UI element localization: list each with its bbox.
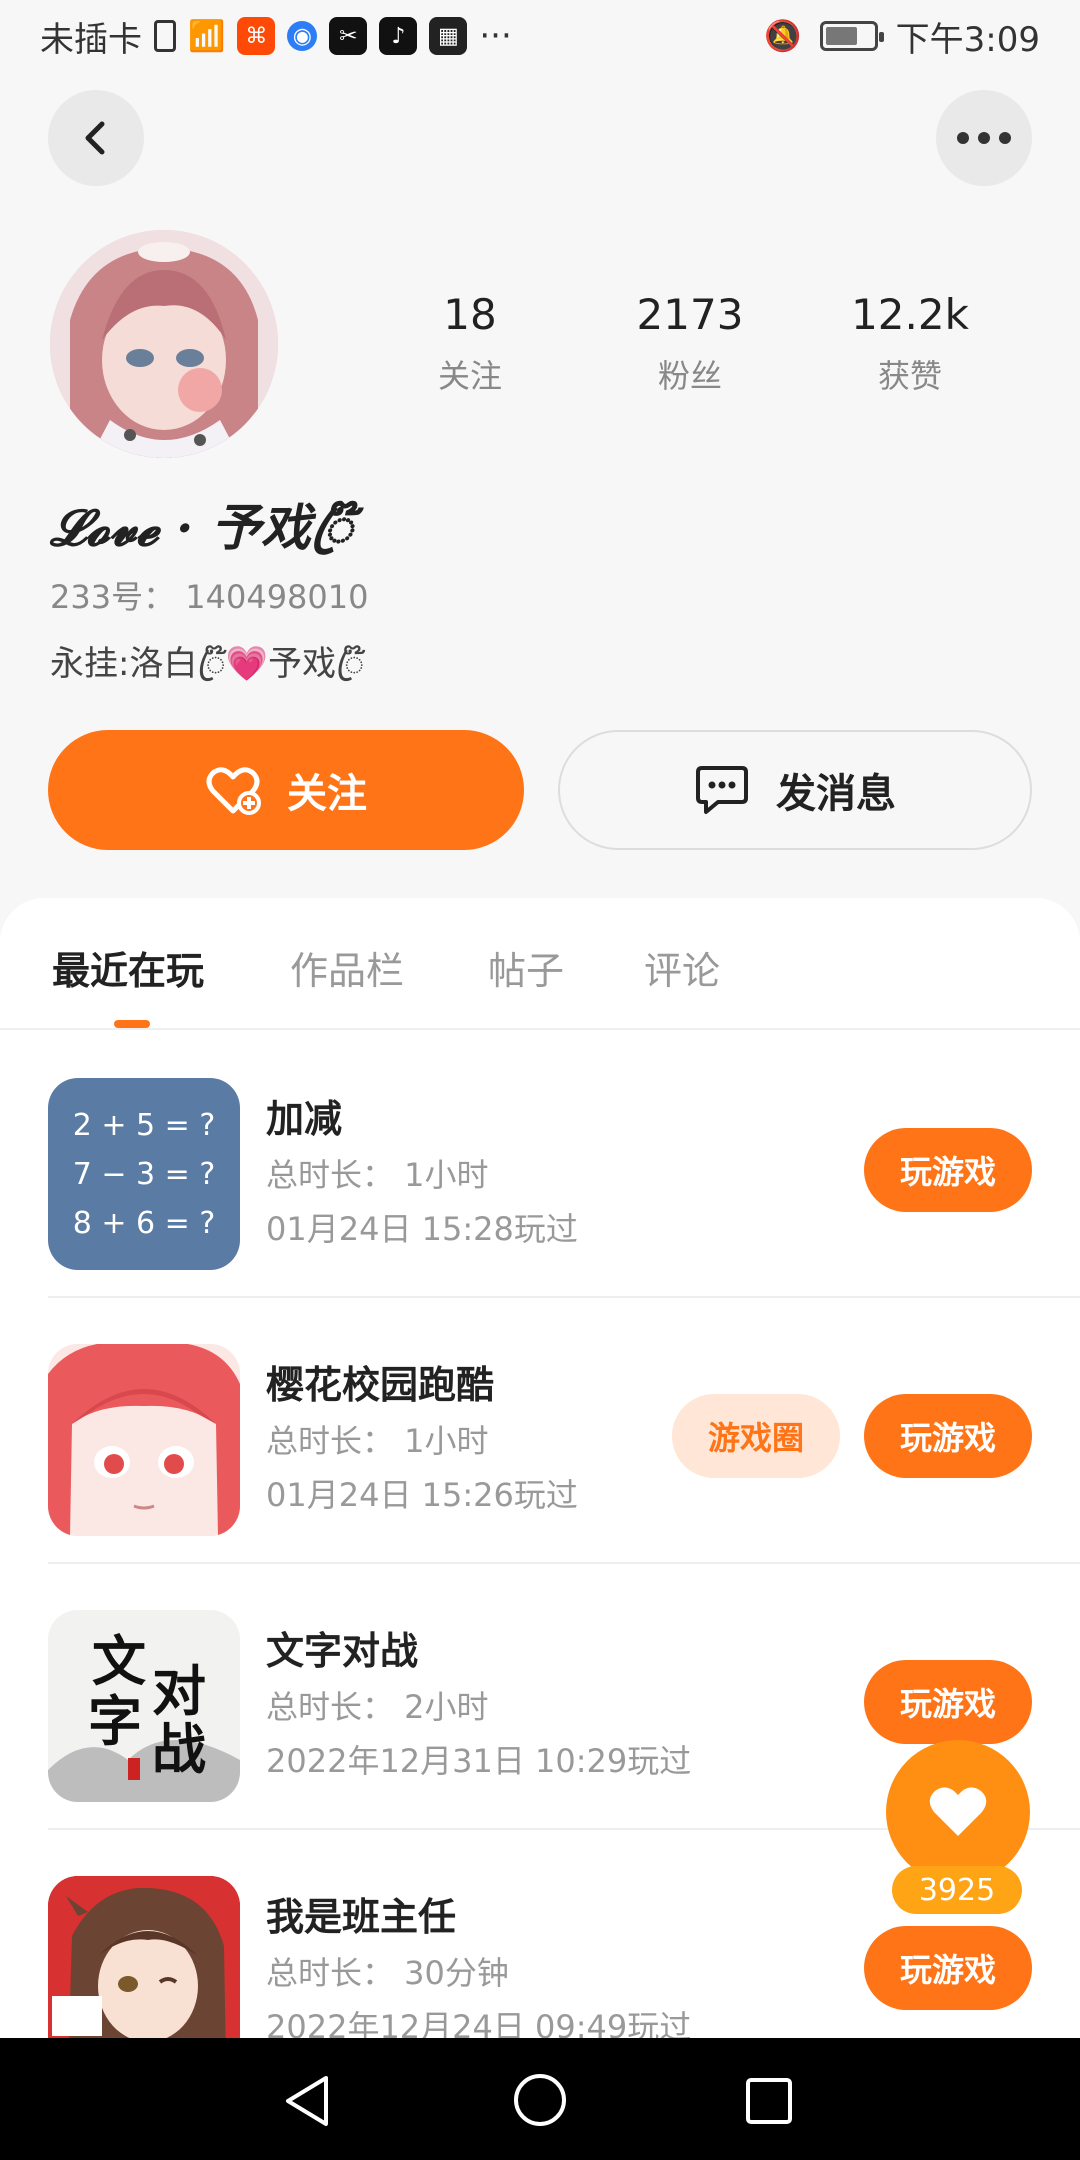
profile-bio: 永挂:洛白ꦿ໊💗予戏ꦿ໊ [50, 644, 365, 684]
follow-button[interactable]: 关注 [48, 730, 524, 850]
stat-following-label: 关注 [437, 357, 502, 395]
class-teacher-game-icon [48, 1876, 240, 2038]
play-game-button[interactable]: 玩游戏 [864, 1128, 1032, 1212]
sim-alert-icon [154, 20, 176, 52]
brown-hair-girl-image [48, 1876, 240, 2038]
red-hair-girl-image [48, 1344, 240, 1536]
more-dots-icon [957, 132, 1011, 144]
heart-plus-icon [206, 767, 261, 815]
stat-fans[interactable]: 2173 粉丝 [580, 290, 800, 397]
carrier-text: 未插卡 [40, 19, 142, 60]
play-game-button[interactable]: 玩游戏 [864, 1926, 1032, 2010]
calligraphy-char-1: 文 [92, 1629, 146, 1693]
battery-icon [819, 21, 884, 51]
anime-girl-avatar-image [50, 230, 278, 458]
more-options-button[interactable] [936, 90, 1032, 186]
math-game-icon: 2 + 5 = ? 7 − 3 = ? 8 + 6 = ? [48, 1078, 240, 1270]
math-icon-line-3: 8 + 6 = ? [72, 1205, 216, 1241]
manhua-app-icon: ▦ [429, 17, 468, 55]
game-row-sakura-parkour[interactable]: 樱花校园跑酷 总时长： 1小时 01月24日 15:26玩过 游戏圈 玩游戏 [0, 1298, 1080, 1564]
like-floating-button[interactable] [886, 1740, 1030, 1884]
stat-following-value: 18 [443, 290, 497, 339]
tiktok-app-icon: ♪ [379, 17, 418, 55]
nav-recents-icon[interactable] [744, 2076, 794, 2126]
capcut-app-icon: ✂ [329, 17, 368, 55]
chat-bubble-icon [696, 766, 748, 814]
more-notifications-icon: ··· [479, 16, 512, 56]
game-row-jiajian[interactable]: 2 + 5 = ? 7 − 3 = ? 8 + 6 = ? 加减 总时长： 1小… [0, 1032, 1080, 1298]
game-name: 文字对战 [266, 1629, 419, 1673]
send-message-button[interactable]: 发消息 [558, 730, 1032, 850]
kuaishou-app-icon: ⌘ [237, 17, 276, 55]
tab-works[interactable]: 作品栏 [290, 940, 404, 995]
play-game-button[interactable]: 玩游戏 [864, 1394, 1032, 1478]
stat-likes[interactable]: 12.2k 获赞 [800, 290, 1020, 397]
game-duration: 总时长： 1小时 [266, 1156, 489, 1194]
stat-likes-value: 12.2k [851, 290, 969, 339]
calligraphy-char-2: 对 [152, 1659, 206, 1723]
browser-app-icon: ◉ [287, 21, 318, 51]
nav-home-icon[interactable] [512, 2072, 568, 2128]
status-bar: 未插卡 📶 ⌘ ◉ ✂ ♪ ▦ ··· 🔕 下午3:09 [0, 0, 1080, 72]
game-last-played: 01月24日 15:28玩过 [266, 1210, 578, 1248]
profile-stats: 18 关注 2173 粉丝 12.2k 获赞 [360, 290, 1020, 397]
wifi-icon: 📶 [188, 18, 226, 54]
calligraphy-char-4: 战 [152, 1717, 206, 1781]
sakura-parkour-game-icon [48, 1344, 240, 1536]
tab-recent-play[interactable]: 最近在玩 [52, 940, 204, 995]
game-last-played: 2022年12月24日 09:49玩过 [266, 2008, 692, 2038]
play-game-button[interactable]: 玩游戏 [864, 1660, 1032, 1744]
math-icon-line-1: 2 + 5 = ? [72, 1107, 216, 1143]
game-duration: 总时长： 2小时 [266, 1688, 489, 1726]
system-nav-bar [0, 2038, 1080, 2160]
mute-bell-icon: 🔕 [764, 18, 802, 54]
game-last-played: 2022年12月31日 10:29玩过 [266, 1742, 692, 1780]
send-message-label: 发消息 [776, 771, 896, 817]
word-battle-game-icon: 文 对 字 战 [48, 1610, 240, 1802]
nav-back-icon[interactable] [282, 2074, 332, 2128]
tab-posts[interactable]: 帖子 [488, 940, 564, 995]
profile-tabs: 最近在玩 作品栏 帖子 评论 [0, 898, 1080, 1030]
game-duration: 总时长： 30分钟 [266, 1954, 509, 1992]
tab-comments[interactable]: 评论 [644, 940, 720, 995]
game-last-played: 01月24日 15:26玩过 [266, 1476, 578, 1514]
game-duration: 总时长： 1小时 [266, 1422, 489, 1460]
profile-uid: 233号： 140498010 [50, 578, 369, 616]
stat-fans-value: 2173 [636, 290, 744, 339]
stat-following[interactable]: 18 关注 [360, 290, 580, 397]
follow-button-label: 关注 [287, 771, 367, 817]
back-button[interactable] [48, 90, 144, 186]
chevron-left-icon [85, 121, 105, 155]
game-circle-button[interactable]: 游戏圈 [672, 1394, 840, 1478]
status-time: 下午3:09 [895, 19, 1040, 60]
math-icon-line-2: 7 − 3 = ? [72, 1156, 216, 1192]
ink-calligraphy-image: 文 对 字 战 [48, 1610, 240, 1802]
calligraphy-char-3: 字 [88, 1689, 142, 1753]
avatar[interactable] [50, 230, 278, 458]
game-name: 加减 [266, 1097, 343, 1141]
like-count-badge: 3925 [892, 1866, 1022, 1914]
game-name: 樱花校园跑酷 [266, 1363, 495, 1407]
stat-likes-label: 获赞 [877, 357, 942, 395]
game-name: 我是班主任 [266, 1895, 457, 1939]
heart-icon [929, 1787, 987, 1836]
active-tab-indicator [114, 1020, 150, 1028]
stat-fans-label: 粉丝 [657, 357, 722, 395]
